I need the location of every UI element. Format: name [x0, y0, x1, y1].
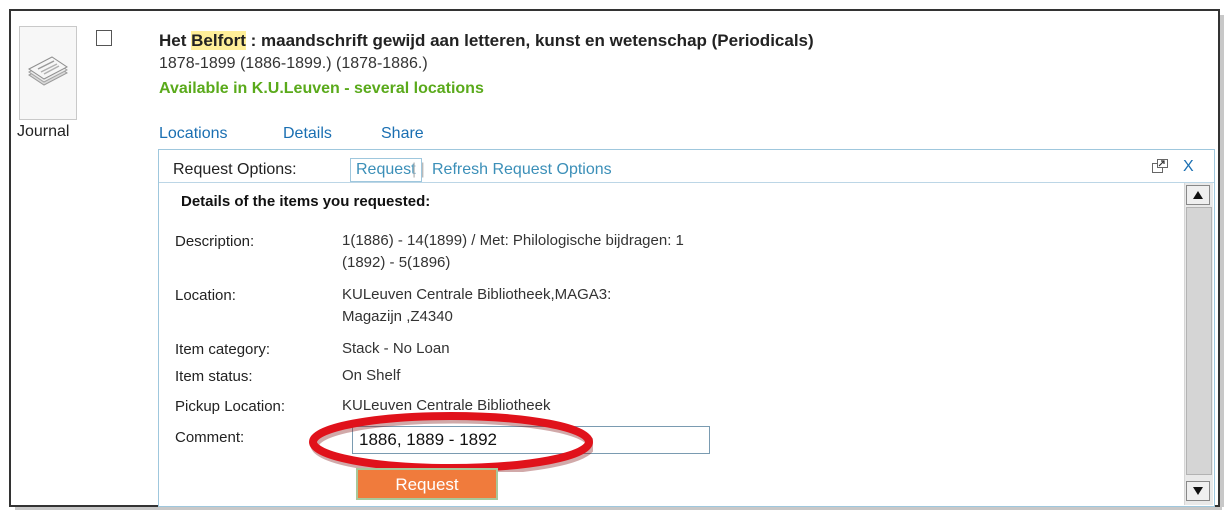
tab-details[interactable]: Details: [283, 125, 332, 143]
tab-separator: | |: [412, 161, 425, 178]
item-status-label: Item status:: [175, 368, 253, 385]
record-title[interactable]: Het Belfort : maandschrift gewijd aan le…: [159, 31, 814, 51]
title-rest: : maandschrift gewijd aan letteren, kuns…: [245, 31, 814, 50]
select-record-checkbox[interactable]: [96, 30, 112, 46]
item-category-value: Stack - No Loan: [342, 340, 450, 357]
description-line-2: (1892) - 5(1896): [342, 254, 451, 271]
location-label: Location:: [175, 287, 236, 304]
comment-label: Comment:: [175, 429, 245, 446]
description-line-1: 1(1886) - 14(1899) / Met: Philologische …: [342, 232, 684, 249]
refresh-request-options-link[interactable]: Refresh Request Options: [432, 161, 612, 179]
location-line-1: KULeuven Centrale Bibliotheek,MAGA3:: [342, 286, 612, 303]
doc-type-label: Journal: [17, 123, 70, 140]
close-panel-button[interactable]: X: [1183, 158, 1194, 176]
popout-icon[interactable]: [1152, 159, 1168, 173]
scroll-down-button[interactable]: [1186, 481, 1210, 501]
arrow-up-icon: [1193, 191, 1203, 199]
journal-thumbnail[interactable]: [19, 26, 77, 120]
panel-scrollbar[interactable]: [1184, 183, 1213, 505]
item-status-value: On Shelf: [342, 367, 401, 384]
panel-header: Request Options: Request | | Refresh Req…: [159, 150, 1214, 183]
tab-request[interactable]: Request: [350, 158, 422, 182]
tab-share[interactable]: Share: [381, 125, 424, 143]
pickup-location-label: Pickup Location:: [175, 398, 286, 415]
arrow-down-icon: [1193, 487, 1203, 495]
description-label: Description:: [175, 233, 255, 250]
request-submit-button[interactable]: Request: [356, 468, 498, 500]
location-line-2: Magazijn ,Z4340: [342, 308, 453, 325]
journal-icon: [28, 56, 68, 86]
title-prefix: Het: [159, 31, 192, 50]
request-options-label: Request Options:: [173, 161, 297, 178]
scroll-thumb[interactable]: [1186, 207, 1212, 475]
details-heading: Details of the items you requested:: [181, 193, 431, 210]
request-panel: Request Options: Request | | Refresh Req…: [158, 149, 1215, 507]
item-category-label: Item category:: [175, 341, 271, 358]
tab-locations[interactable]: Locations: [159, 125, 228, 143]
scroll-up-button[interactable]: [1186, 185, 1210, 205]
highlight-oval: [309, 412, 593, 472]
title-highlight: Belfort: [191, 31, 246, 50]
availability-status[interactable]: Available in K.U.Leuven - several locati…: [159, 80, 484, 98]
record-dates: 1878-1899 (1886-1899.) (1878-1886.): [159, 55, 428, 72]
